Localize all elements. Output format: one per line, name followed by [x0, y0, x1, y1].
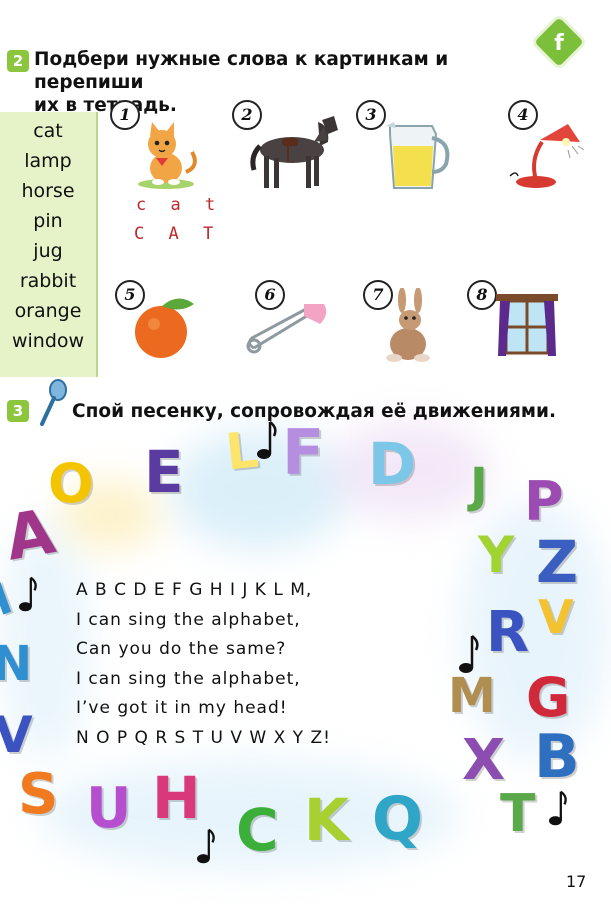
decorative-letter: K — [304, 786, 349, 854]
alphabet-song: A B C D E F G H I J K L M, I can sing th… — [76, 576, 446, 753]
task-2-line-1: Подбери нужные слова к картинкам и переп… — [34, 49, 449, 93]
decorative-letter: R — [486, 600, 530, 665]
decorative-letter: J — [470, 458, 488, 514]
song-line: I can sing the alphabet, — [76, 609, 301, 630]
song-line: N O P Q R S T U V W X Y Z! — [76, 727, 331, 748]
example-word-uppercase: C A T — [134, 224, 221, 244]
decorative-letter: D — [368, 430, 417, 498]
microphone-icon — [40, 379, 67, 426]
decorative-letter: C — [236, 796, 279, 864]
word-item: window — [11, 330, 85, 352]
decorative-letter: U — [86, 776, 132, 841]
song-line: A B C D E F G H I J K L M, — [76, 580, 313, 600]
decorative-letter: O — [48, 452, 94, 515]
task-number-3: 3 — [7, 400, 29, 422]
decorative-letter: P — [524, 470, 564, 533]
textbook-page: f 2 Подбери нужные слова к картинкам и п… — [0, 0, 611, 915]
example-word-lowercase: c a t — [136, 195, 223, 215]
window-icon — [496, 294, 558, 356]
music-note-icon — [257, 421, 277, 459]
decorative-letter: S — [18, 762, 59, 827]
decorative-letter: X — [462, 728, 506, 793]
decorative-letter: Y — [478, 526, 515, 584]
song-line: I’ve got it in my head! — [76, 698, 288, 718]
decorative-letter: G — [526, 666, 571, 729]
decorative-letter: E — [144, 438, 184, 506]
word-item: cat — [33, 120, 63, 142]
word-item: orange — [14, 300, 82, 322]
word-item: rabbit — [19, 270, 77, 292]
safety-pin-icon — [246, 304, 327, 354]
decorative-letter: T — [500, 784, 536, 844]
decorative-letter: B — [534, 722, 580, 792]
song-line: I can sing the alphabet, — [76, 668, 301, 689]
word-item: horse — [21, 180, 75, 202]
word-list: cat lamp horse pin jug rabbit orange win… — [0, 112, 98, 377]
lamp-icon — [509, 124, 585, 188]
decorative-letter: M — [448, 668, 496, 724]
word-item: pin — [33, 210, 63, 232]
music-note-icon — [19, 576, 37, 612]
rabbit-icon — [386, 288, 430, 362]
word-item: lamp — [24, 150, 72, 172]
page-number: 17 — [566, 872, 587, 891]
badge-letter: f — [554, 31, 564, 56]
decorative-letter: Q — [372, 784, 424, 854]
decorative-letter: H — [152, 764, 201, 832]
task-number-2: 2 — [7, 50, 29, 72]
music-note-icon — [549, 790, 567, 826]
decorative-letter: F — [282, 416, 325, 489]
decorative-letter: V — [538, 590, 574, 644]
decorative-letter: V — [0, 706, 33, 764]
song-line: Can you do the same? — [76, 639, 287, 659]
cat-icon — [138, 122, 197, 189]
word-item: jug — [33, 240, 63, 262]
jug-icon — [386, 122, 450, 189]
decorative-letter: N — [0, 636, 33, 692]
music-note-icon — [459, 635, 479, 673]
task-2-instruction: Подбери нужные слова к картинкам и переп… — [34, 48, 524, 117]
decorative-letter: Z — [536, 528, 579, 596]
music-note-icon — [197, 828, 215, 864]
section-badge-icon: f — [533, 16, 585, 68]
horse-icon — [250, 116, 338, 188]
orange-icon — [135, 298, 194, 358]
